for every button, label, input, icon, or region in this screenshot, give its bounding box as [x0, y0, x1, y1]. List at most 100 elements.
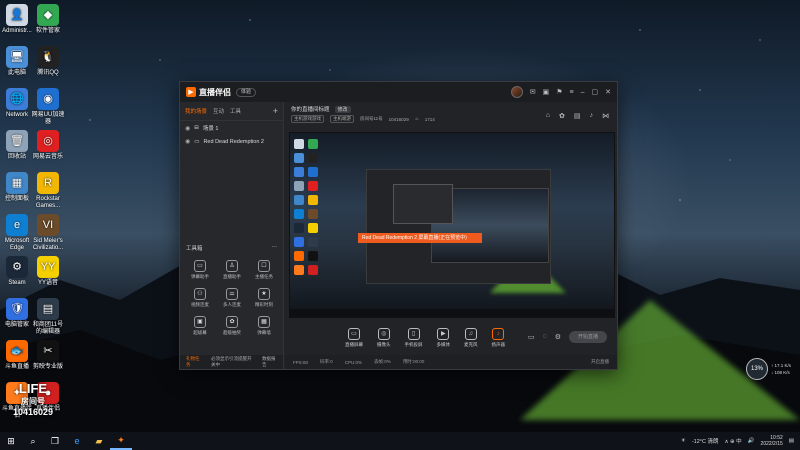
- status-end-link[interactable]: 开启直播: [591, 359, 609, 365]
- desktop-icon-label: Sid Meier's Civilizatio...: [32, 238, 64, 251]
- explorer-taskbar-icon[interactable]: ▰: [88, 432, 110, 450]
- desktop-icon[interactable]: 🌐 Network: [0, 88, 34, 119]
- live-settings-icon[interactable]: ⚙: [555, 333, 561, 341]
- desktop-icon[interactable]: ▤ 和商团11号的编辑器: [31, 298, 65, 336]
- weather-icon[interactable]: ☀: [681, 438, 686, 444]
- task-view-icon[interactable]: ❐: [44, 432, 66, 450]
- source-control-button[interactable]: ▯ 手机投屏: [405, 328, 423, 348]
- visibility-eye-icon[interactable]: ◉: [185, 125, 190, 132]
- desktop-app-icon: 👤: [6, 4, 28, 26]
- scene-label: Red Dead Redemption 2: [203, 138, 264, 145]
- start-button[interactable]: ⊞: [0, 432, 22, 450]
- source-control-button[interactable]: ♫ 麦克风: [464, 328, 478, 348]
- category-tag[interactable]: 主机游戏游戏: [291, 115, 324, 123]
- desktop-icon[interactable]: 👤 Administr...: [0, 4, 34, 35]
- source-control-button[interactable]: ▭ 直播屏幕: [345, 328, 363, 348]
- preview-desktop-icon: [308, 195, 318, 205]
- toolbox-item[interactable]: ▭ 弹幕助手: [184, 260, 216, 280]
- toolbox-item[interactable]: ⚇ 视频连麦: [184, 288, 216, 308]
- edge-taskbar-icon[interactable]: e: [66, 432, 88, 450]
- toolbox-item[interactable]: ✿ 超级抽奖: [216, 316, 248, 336]
- scene-item[interactable]: ◉ ⊟ 场景 1: [180, 121, 283, 135]
- maximize-icon[interactable]: ▢: [592, 88, 599, 96]
- tab-tools[interactable]: 工具: [230, 107, 241, 115]
- network-speed-widget[interactable]: 13% ↑ 17.1 K/s ↓ 108 K/s: [746, 358, 791, 380]
- toolbox-item[interactable]: ⚌ 多人连麦: [216, 288, 248, 308]
- live-companion-taskbar-icon[interactable]: ✦: [110, 432, 132, 450]
- desktop-icon[interactable]: R Rockstar Games...: [31, 172, 65, 210]
- volume-icon[interactable]: 🔊: [748, 438, 755, 444]
- scene-item[interactable]: ◉ ▭ Red Dead Redemption 2: [180, 135, 283, 148]
- toolbox-more-icon[interactable]: ⋯: [272, 244, 278, 252]
- desktop-icon[interactable]: ◎ 网易云音乐: [31, 130, 65, 161]
- feedback-icon[interactable]: ⚑: [556, 88, 562, 96]
- fans-count: 1714: [424, 116, 435, 122]
- bell-icon[interactable]: ♪: [590, 112, 594, 120]
- stream-preview[interactable]: Red Dead Redemption 2 屏幕直播(正在预览中): [289, 132, 615, 318]
- desktop-icon[interactable]: 🖥 此电脑: [0, 46, 34, 77]
- skin-icon[interactable]: ▣: [543, 88, 550, 96]
- visibility-eye-icon[interactable]: ◉: [185, 138, 190, 145]
- beauty-icon[interactable]: ◌: [543, 333, 547, 341]
- desktop-icon[interactable]: ▦ 控制面板: [0, 172, 34, 203]
- desktop-icon[interactable]: 🗑 回收站: [0, 130, 34, 161]
- desktop-icon-label: 回收站: [7, 154, 26, 160]
- minimize-icon[interactable]: –: [581, 89, 585, 96]
- desktop-icon[interactable]: ◉ 网易UU加速器: [31, 88, 65, 126]
- stream-panel: 你的直播间标题 修改 主机游戏游戏 主机端游 房间号11号 10416029 ♨…: [285, 102, 617, 369]
- add-scene-button[interactable]: +: [273, 106, 278, 116]
- desktop-icon[interactable]: 🛡 电脑管家: [0, 298, 34, 329]
- source-control-button[interactable]: ♪ 扬声器: [492, 328, 505, 348]
- close-icon[interactable]: ✕: [605, 88, 611, 96]
- toolbox-item[interactable]: ♙ 直播助手: [216, 260, 248, 280]
- source-control-icon: ♫: [464, 328, 477, 340]
- desktop-icon[interactable]: VI Sid Meier's Civilizatio...: [31, 214, 65, 252]
- desktop-icon[interactable]: ◆ 软件管家: [31, 4, 65, 35]
- desktop-app-icon: YY: [37, 256, 59, 278]
- toolbox-item-icon: ⚇: [194, 288, 206, 300]
- start-live-button[interactable]: 开始直播: [569, 331, 607, 343]
- preview-desktop-icon: [308, 251, 318, 261]
- version-pill[interactable]: 体验: [236, 87, 257, 97]
- scene-tabs: 我的场景 互动 工具 +: [180, 102, 283, 121]
- desktop-icon-label: Steam: [8, 280, 26, 286]
- settings-icon[interactable]: ≡: [570, 89, 574, 96]
- status-fps: FPS:60: [293, 359, 309, 365]
- message-icon[interactable]: ✉: [530, 88, 536, 96]
- desktop-icon[interactable]: 🐟 斗鱼直播: [0, 340, 34, 371]
- tab-my-scenes[interactable]: 我的场景: [185, 107, 207, 115]
- share-icon[interactable]: ⋈: [602, 112, 609, 120]
- desktop-icon[interactable]: ⚙ Steam: [0, 256, 34, 287]
- notification-icon[interactable]: ▤: [789, 438, 794, 444]
- toolbox-item[interactable]: ☐ 主播任务: [248, 260, 280, 280]
- status-bitrate: 码率:0: [320, 359, 333, 364]
- user-avatar[interactable]: [510, 86, 523, 98]
- record-icon[interactable]: ▭: [528, 333, 535, 341]
- preview-nested-inner: [393, 184, 453, 224]
- platform-tag[interactable]: 主机端游: [330, 115, 354, 123]
- gift-icon[interactable]: ✿: [559, 112, 565, 120]
- weather-text[interactable]: -12°C 清朗: [692, 437, 719, 445]
- desktop-icon[interactable]: 🐧 腾讯QQ: [31, 46, 65, 77]
- source-control-button[interactable]: ▶ 多媒体: [437, 328, 450, 348]
- desktop-app-icon: 🐟: [6, 340, 28, 362]
- source-control-button[interactable]: ◎ 摄像头: [377, 328, 391, 348]
- preview-capture-toast: Red Dead Redemption 2 屏幕直播(正在预览中): [358, 233, 482, 243]
- room-label: 房间号11号: [360, 116, 383, 121]
- edit-title-button[interactable]: 修改: [334, 105, 351, 113]
- toolbox-item[interactable]: ▦ 弹幕墙: [248, 316, 280, 336]
- search-icon[interactable]: ⌕: [22, 432, 44, 450]
- source-control-icon: ▯: [407, 328, 420, 340]
- tab-interact[interactable]: 互动: [213, 107, 224, 115]
- clock[interactable]: 10:52 2022/2/15: [761, 435, 783, 447]
- tray-icons[interactable]: ∧ ⊕ 中: [724, 437, 741, 445]
- calendar-icon[interactable]: ▤: [574, 112, 581, 120]
- desktop-icon[interactable]: ✂ 剪映专业版: [31, 340, 65, 371]
- gift-task-link[interactable]: 礼物任务: [186, 356, 201, 368]
- desktop-icon[interactable]: YY YY语音: [31, 256, 65, 287]
- toolbox-item[interactable]: ▣ 超级幕: [184, 316, 216, 336]
- shop-icon[interactable]: ⌂: [546, 112, 550, 120]
- toolbox-item[interactable]: ★ 精彩时刻: [248, 288, 280, 308]
- desktop-icon[interactable]: e Microsoft Edge: [0, 214, 34, 252]
- data-report-link[interactable]: 数据报告: [262, 356, 277, 368]
